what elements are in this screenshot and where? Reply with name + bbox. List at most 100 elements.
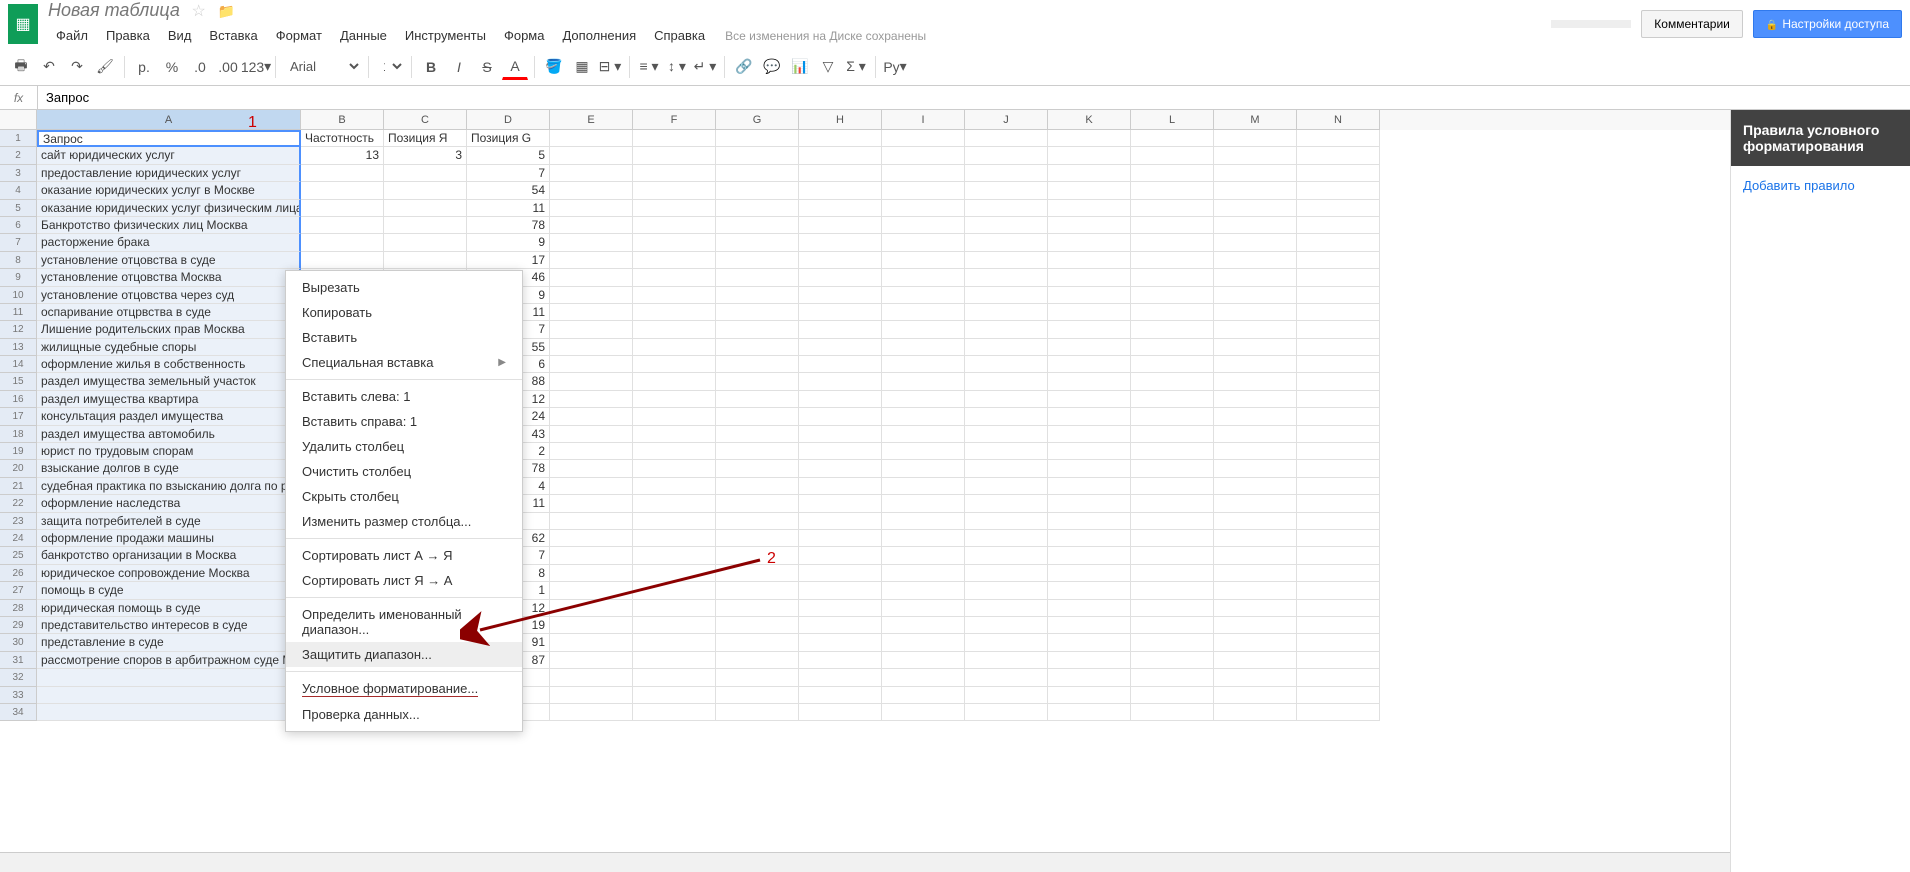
cell[interactable] [882,443,965,460]
cell[interactable] [882,460,965,477]
cell[interactable]: оказание юридических услуг в Москве [37,182,301,199]
cell[interactable] [1131,478,1214,495]
col-header-m[interactable]: M [1214,110,1297,130]
row-header[interactable]: 28 [0,600,37,617]
cell[interactable] [1048,182,1131,199]
cell[interactable] [1131,426,1214,443]
cell[interactable] [1214,165,1297,182]
cell[interactable] [1048,565,1131,582]
cell[interactable] [965,356,1048,373]
redo-icon[interactable]: ↷ [64,54,90,80]
cell[interactable] [1297,321,1380,338]
cell[interactable] [882,582,965,599]
cell[interactable] [1048,373,1131,390]
cell[interactable] [799,669,882,686]
cell[interactable] [1297,373,1380,390]
cell[interactable] [1048,547,1131,564]
cell[interactable] [1048,252,1131,269]
cell[interactable] [633,130,716,147]
row-header[interactable]: 27 [0,582,37,599]
cell[interactable] [633,408,716,425]
cell[interactable] [550,304,633,321]
chart-icon[interactable]: 📊 [787,54,813,80]
cell[interactable] [550,200,633,217]
cell[interactable] [716,217,799,234]
cell[interactable] [550,652,633,669]
cell[interactable]: юрист по трудовым спорам [37,443,301,460]
cell[interactable] [716,165,799,182]
cell[interactable] [633,478,716,495]
cell[interactable] [550,426,633,443]
cell[interactable] [965,478,1048,495]
cell[interactable] [1297,704,1380,721]
comments-button[interactable]: Комментарии [1641,10,1743,38]
cell[interactable] [716,147,799,164]
cell[interactable]: 3 [384,147,467,164]
cell[interactable] [550,547,633,564]
add-rule-link[interactable]: Добавить правило [1731,166,1910,205]
cell[interactable] [633,339,716,356]
cell[interactable] [1297,182,1380,199]
cell[interactable] [1214,217,1297,234]
comment-icon[interactable]: 💬 [759,54,785,80]
cell[interactable] [633,652,716,669]
menu-tools[interactable]: Инструменты [397,24,494,47]
increase-decimal[interactable]: .00 [215,54,241,80]
cell[interactable] [965,530,1048,547]
row-header[interactable]: 2 [0,147,37,164]
cell[interactable]: оспаривание отцрвства в суде [37,304,301,321]
cell[interactable] [799,617,882,634]
cell[interactable]: раздел имущества автомобиль [37,426,301,443]
cell[interactable] [882,391,965,408]
cell[interactable]: оказание юридических услуг физическим ли… [37,200,301,217]
cell[interactable] [301,182,384,199]
col-header-h[interactable]: H [799,110,882,130]
cell[interactable] [1297,513,1380,530]
cell[interactable] [550,147,633,164]
cell[interactable] [633,373,716,390]
cell[interactable] [716,687,799,704]
cell[interactable] [633,321,716,338]
row-header[interactable]: 22 [0,495,37,512]
cell[interactable] [882,652,965,669]
cell[interactable]: оформление жилья в собственность [37,356,301,373]
cell[interactable] [799,634,882,651]
cell[interactable] [965,408,1048,425]
cell[interactable] [965,217,1048,234]
cell[interactable] [965,304,1048,321]
text-color-icon[interactable]: A [502,54,528,80]
cell[interactable] [965,547,1048,564]
cell[interactable] [799,217,882,234]
cell[interactable] [965,130,1048,147]
cell[interactable] [799,408,882,425]
cell[interactable] [1214,669,1297,686]
cell[interactable] [965,513,1048,530]
cell[interactable] [1297,582,1380,599]
cell[interactable] [633,182,716,199]
col-header-e[interactable]: E [550,110,633,130]
row-header[interactable]: 15 [0,373,37,390]
cell[interactable] [1048,287,1131,304]
cell[interactable] [1214,617,1297,634]
cell[interactable] [633,634,716,651]
cell[interactable] [716,617,799,634]
cell[interactable] [550,269,633,286]
cell[interactable] [716,234,799,251]
ctx-cut[interactable]: Вырезать [286,275,522,300]
cell[interactable] [1131,217,1214,234]
cell[interactable] [1214,356,1297,373]
cell[interactable] [882,339,965,356]
cell[interactable] [1048,617,1131,634]
cell[interactable]: раздел имущества квартира [37,391,301,408]
cell[interactable] [965,287,1048,304]
cell[interactable] [1297,339,1380,356]
cell[interactable] [1131,513,1214,530]
cell[interactable] [882,513,965,530]
font-size-select[interactable]: 10 [375,56,405,77]
currency-format[interactable]: р. [131,54,157,80]
row-header[interactable]: 31 [0,652,37,669]
cell[interactable] [633,460,716,477]
cell[interactable] [550,182,633,199]
sheet-tabs[interactable] [0,852,1730,872]
cell[interactable] [799,147,882,164]
